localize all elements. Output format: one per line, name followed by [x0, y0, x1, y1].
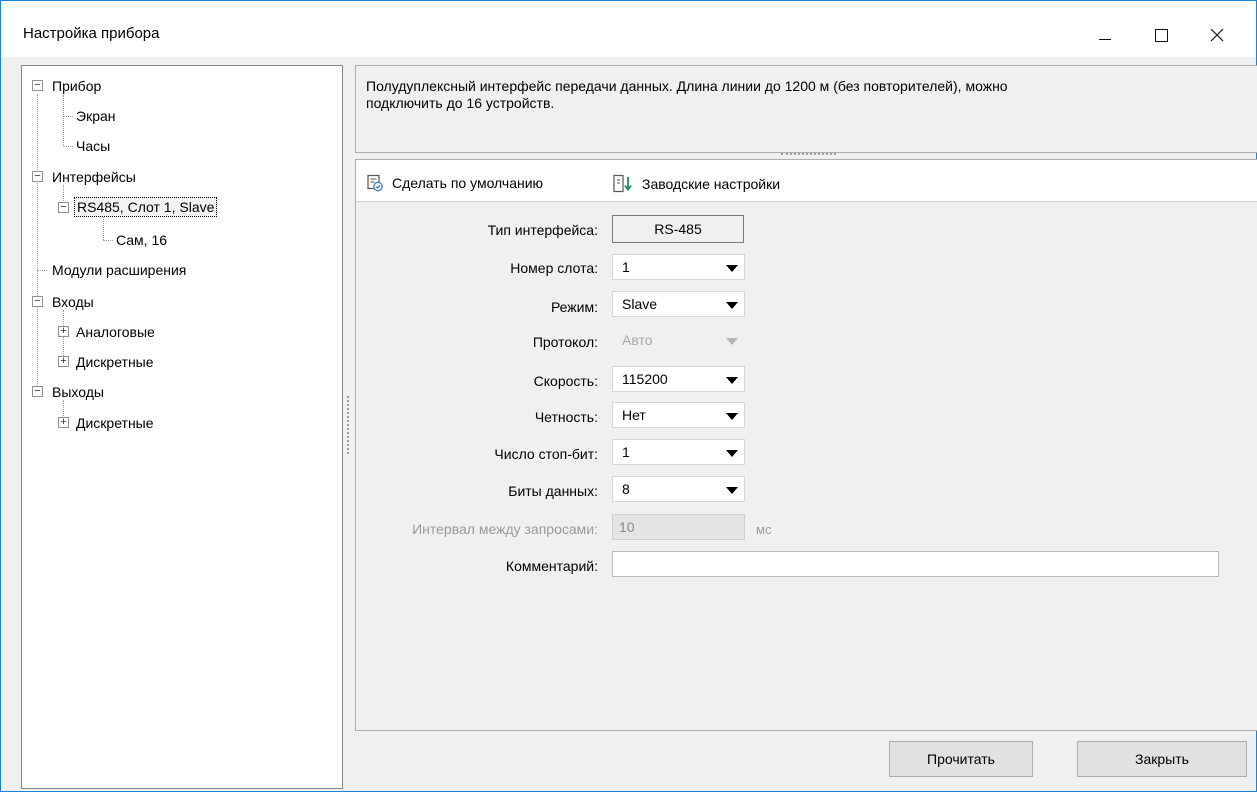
parity-label: Четность:	[534, 409, 598, 425]
tree-connector	[103, 216, 104, 240]
data-bits-label: Биты данных:	[508, 483, 598, 499]
protocol-label: Протокол:	[532, 334, 598, 350]
tree-item-clock[interactable]: Часы	[74, 136, 112, 156]
expand-icon[interactable]: +	[58, 417, 69, 428]
description-panel: Полудуплексный интерфейс передачи данных…	[355, 65, 1257, 153]
protocol-select: Авто	[612, 327, 745, 353]
description-line: подключить до 16 устройств.	[366, 95, 555, 111]
factory-reset-icon	[613, 174, 632, 193]
stop-bits-label: Число стоп-бит:	[494, 446, 598, 462]
tree-item-outputs[interactable]: Выходы	[50, 382, 106, 402]
description-line: Полудуплексный интерфейс передачи данных…	[366, 78, 1008, 94]
expand-icon[interactable]: +	[58, 326, 69, 337]
tree-connector	[63, 146, 73, 147]
chevron-down-icon	[726, 487, 738, 494]
tree-item-screen[interactable]: Экран	[74, 106, 118, 126]
set-default-label: Сделать по умолчанию	[392, 175, 544, 191]
expand-icon[interactable]: +	[58, 356, 69, 367]
stop-bits-select[interactable]: 1	[612, 439, 745, 465]
factory-settings-label: Заводские настройки	[642, 176, 781, 192]
tree-item-interfaces[interactable]: Интерфейсы	[50, 167, 138, 187]
title-bar[interactable]: Настройка прибора	[1, 1, 1256, 57]
chevron-down-icon	[726, 302, 738, 309]
comment-field[interactable]	[612, 551, 1219, 577]
set-default-icon	[367, 174, 383, 192]
interface-type-label: Тип интерфейса:	[487, 222, 598, 238]
factory-settings-button[interactable]: Заводские настройки	[612, 174, 780, 194]
interval-unit: мс	[756, 522, 772, 537]
tree-connector	[63, 95, 64, 147]
minimize-icon	[1099, 38, 1111, 40]
maximize-button[interactable]	[1138, 15, 1184, 55]
speed-label: Скорость:	[533, 373, 598, 389]
tree-item-discrete-inputs[interactable]: Дискретные	[74, 352, 156, 372]
close-window-button[interactable]	[1194, 15, 1240, 55]
slot-select[interactable]: 1	[612, 254, 745, 280]
read-button[interactable]: Прочитать	[889, 741, 1033, 777]
settings-panel: Сделать по умолчанию Заводские настройки…	[355, 159, 1257, 731]
collapse-icon[interactable]: −	[32, 296, 43, 307]
chevron-down-icon	[726, 377, 738, 384]
chevron-down-icon	[726, 338, 738, 345]
mode-select[interactable]: Slave	[612, 291, 745, 317]
tree-item-discrete-outputs[interactable]: Дискретные	[74, 413, 156, 433]
horizontal-splitter[interactable]	[781, 153, 836, 155]
chevron-down-icon	[726, 413, 738, 420]
toolbar: Сделать по умолчанию Заводские настройки	[356, 160, 1257, 202]
close-icon	[1210, 28, 1224, 42]
slot-label: Номер слота:	[510, 260, 598, 276]
interface-type-field: RS-485	[612, 215, 744, 243]
mode-label: Режим:	[550, 299, 598, 315]
data-bits-select[interactable]: 8	[612, 476, 745, 502]
tree-item-extension-modules[interactable]: Модули расширения	[50, 260, 188, 280]
minimize-button[interactable]	[1082, 15, 1128, 55]
collapse-icon[interactable]: −	[32, 80, 43, 91]
speed-select[interactable]: 115200	[612, 366, 745, 392]
device-tree[interactable]: − Прибор Экран Часы − Интерфейсы − RS485…	[21, 65, 343, 789]
tree-item-analog-inputs[interactable]: Аналоговые	[74, 322, 157, 342]
tree-connector	[103, 240, 113, 241]
settings-window: Настройка прибора − Прибор Экран Часы − …	[0, 0, 1257, 792]
chevron-down-icon	[726, 265, 738, 272]
chevron-down-icon	[726, 450, 738, 457]
collapse-icon[interactable]: −	[58, 202, 69, 213]
collapse-icon[interactable]: −	[32, 386, 43, 397]
comment-label: Комментарий:	[505, 558, 598, 574]
interval-label: Интервал между запросами:	[412, 521, 598, 537]
tree-item-device[interactable]: Прибор	[50, 76, 103, 96]
tree-connector	[37, 270, 47, 271]
tree-connector	[63, 116, 73, 117]
close-button[interactable]: Закрыть	[1077, 741, 1247, 777]
tree-item-cam16[interactable]: Сам, 16	[114, 230, 169, 250]
collapse-icon[interactable]: −	[32, 171, 43, 182]
maximize-icon	[1154, 28, 1168, 42]
tree-connector	[37, 94, 38, 396]
set-default-button[interactable]: Сделать по умолчанию	[366, 174, 543, 192]
tree-item-rs485[interactable]: RS485, Слот 1, Slave	[74, 197, 218, 217]
interval-field: 10	[612, 514, 745, 540]
tree-item-inputs[interactable]: Входы	[50, 292, 96, 312]
window-title: Настройка прибора	[23, 25, 160, 42]
parity-select[interactable]: Нет	[612, 402, 745, 428]
